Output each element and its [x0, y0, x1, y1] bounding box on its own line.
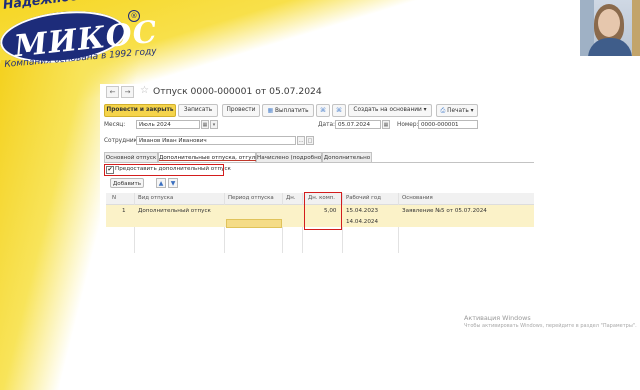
- tabs-divider: [104, 162, 534, 163]
- move-up-button[interactable]: ▲: [156, 178, 166, 188]
- header-work-year: Рабочий год: [346, 195, 381, 201]
- date-label: Дата:: [318, 122, 335, 128]
- add-row-button[interactable]: Добавить: [110, 178, 144, 188]
- webcam-overlay: [580, 0, 640, 56]
- link-button[interactable]: ⌘: [332, 104, 346, 117]
- document-title-row: ← → ☆ Отпуск 0000-000001 от 05.07.2024: [100, 85, 534, 98]
- printer-icon: ⎙: [440, 107, 446, 114]
- tab-additional[interactable]: Дополнительно: [322, 152, 372, 162]
- presenter-face: [598, 9, 620, 37]
- number-input[interactable]: 0000-000001: [418, 120, 478, 129]
- post-and-close-button[interactable]: Провести и закрыть: [104, 104, 176, 117]
- number-label: Номер:: [397, 122, 419, 128]
- month-calendar-button[interactable]: ▦: [201, 120, 209, 129]
- windows-activation-title: Активация Windows: [464, 314, 531, 322]
- header-period: Период отпуска: [228, 195, 274, 201]
- back-button[interactable]: ←: [106, 86, 119, 98]
- print-button-label: Печать: [447, 108, 469, 114]
- forward-button[interactable]: →: [121, 86, 134, 98]
- date-input[interactable]: 05.07.2024: [335, 120, 381, 129]
- vacation-document-form: ← → ☆ Отпуск 0000-000001 от 05.07.2024 П…: [100, 84, 534, 264]
- cell-kind[interactable]: Дополнительный отпуск: [138, 205, 211, 217]
- header-n: N: [112, 195, 117, 201]
- cell-work-year-from[interactable]: 15.04.2023: [346, 205, 378, 217]
- highlight-checkbox-box: [104, 164, 224, 176]
- pay-button-label: Выплатить: [274, 108, 309, 114]
- cell-period-input[interactable]: [226, 219, 282, 228]
- tab-additional-vacations[interactable]: Дополнительные отпуска, отгулы: [158, 152, 260, 162]
- brand-slogan: Надежность и стабильность: [2, 0, 207, 12]
- create-based-on-button[interactable]: Создать на основании ▾: [348, 104, 432, 117]
- header-days: Дн.: [286, 195, 296, 201]
- chevron-down-icon: ▾: [470, 108, 474, 114]
- pay-button[interactable]: ▦ Выплатить: [262, 104, 314, 117]
- document-title: Отпуск 0000-000001 от 05.07.2024: [153, 86, 322, 97]
- month-label: Месяц:: [104, 122, 126, 128]
- print-button[interactable]: ⎙ Печать ▾: [436, 104, 478, 117]
- chevron-down-icon: ▾: [423, 107, 427, 113]
- month-input[interactable]: Июль 2024: [136, 120, 200, 129]
- header-basis: Основания: [402, 195, 433, 201]
- cell-n: 1: [122, 208, 126, 214]
- employee-select-button[interactable]: …: [297, 136, 305, 145]
- header-kind: Вид отпуска: [138, 195, 174, 201]
- windows-activation-subtitle: Чтобы активировать Windows, перейдите в …: [464, 323, 637, 329]
- employee-open-button[interactable]: □: [306, 136, 314, 145]
- employee-label: Сотрудник:: [104, 138, 140, 144]
- tab-accrued-detailed[interactable]: Начислено (подробно): [256, 152, 323, 162]
- document-toolbar: Провести и закрыть Записать Провести ▦ В…: [104, 104, 534, 117]
- post-button[interactable]: Провести: [222, 104, 260, 117]
- move-down-button[interactable]: ▼: [168, 178, 178, 188]
- employee-input[interactable]: Иванов Иван Иванович: [136, 136, 296, 145]
- webcam-background-wall: [632, 0, 640, 56]
- month-dropdown-button[interactable]: ▾: [210, 120, 218, 129]
- cell-work-year-to[interactable]: 14.04.2024: [346, 217, 378, 227]
- paperclip-icon: ⌘: [336, 107, 342, 114]
- attach-icon: ⌘: [320, 107, 326, 114]
- attach-button[interactable]: ⌘: [316, 104, 330, 117]
- highlight-days-comp-box: [304, 192, 342, 230]
- presenter-body: [588, 38, 632, 56]
- save-button[interactable]: Записать: [178, 104, 218, 117]
- pay-icon: ▦: [267, 107, 274, 114]
- date-calendar-button[interactable]: ▦: [382, 120, 390, 129]
- favorite-star-icon[interactable]: ☆: [140, 85, 149, 96]
- create-based-on-label: Создать на основании: [353, 107, 422, 113]
- tab-main-vacation[interactable]: Основной отпуск: [104, 152, 158, 162]
- cell-basis[interactable]: Заявление №5 от 05.07.2024: [402, 205, 487, 217]
